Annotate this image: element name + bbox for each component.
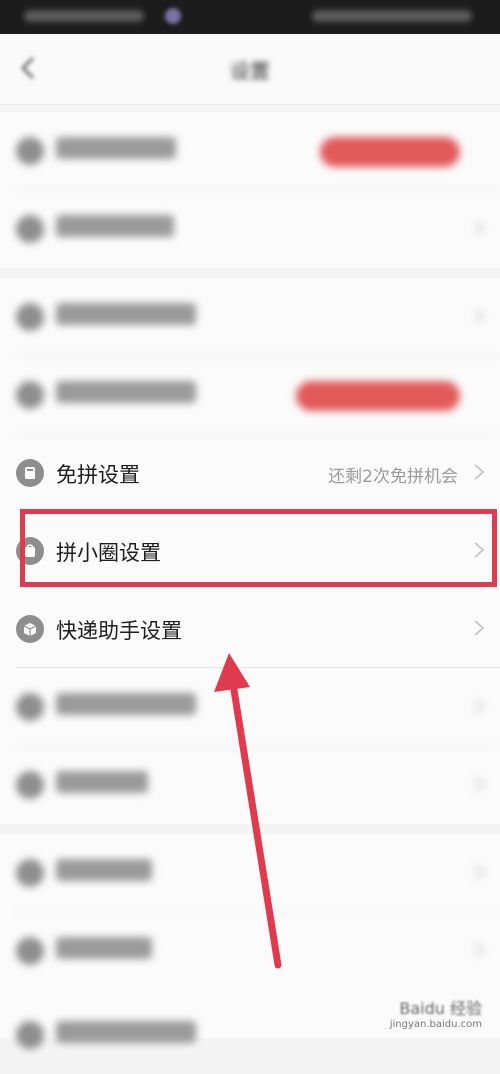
page-title: 设置 (230, 59, 270, 83)
row-icon (16, 771, 44, 799)
row-icon (16, 937, 44, 965)
settings-row[interactable] (0, 190, 500, 268)
row-icon (16, 693, 44, 721)
settings-row[interactable] (0, 356, 500, 434)
chevron-right-icon (474, 776, 485, 792)
chevron-right-icon (474, 620, 485, 636)
coupon-icon (16, 459, 44, 487)
row-label (56, 859, 152, 881)
settings-group-payment: 免拼设置 还剩2次免拼机会 拼小圈设置 快递助手设置 (0, 278, 500, 668)
highlight-box (20, 509, 497, 587)
settings-group-account (0, 112, 500, 268)
watermark-text: Baidu 经验 (399, 999, 482, 1018)
row-label: 免拼设置 (56, 463, 140, 487)
watermark: Baidu 经验 jingyan.baidu.com (390, 995, 482, 1030)
settings-row-express-assistant[interactable]: 快递助手设置 (0, 590, 500, 668)
row-icon (16, 303, 44, 331)
promo-badge (296, 381, 460, 411)
row-icon (16, 215, 44, 243)
chevron-right-icon (474, 864, 485, 880)
status-bar (0, 0, 500, 34)
row-label (56, 1021, 196, 1043)
settings-row[interactable] (0, 112, 500, 190)
system-indicators (312, 10, 472, 22)
chevron-right-icon (474, 220, 485, 236)
settings-row[interactable] (0, 834, 500, 912)
chevron-right-icon (474, 698, 485, 714)
settings-row[interactable] (0, 278, 500, 356)
promo-badge (320, 137, 460, 167)
row-label (56, 137, 176, 159)
row-label (56, 937, 152, 959)
row-icon (16, 381, 44, 409)
notification-icon (165, 8, 181, 24)
settings-row[interactable] (0, 912, 500, 990)
row-label (56, 303, 196, 325)
settings-row[interactable] (0, 668, 500, 746)
row-label: 快递助手设置 (56, 619, 182, 643)
watermark-url: jingyan.baidu.com (389, 1019, 482, 1030)
settings-row-free-group[interactable]: 免拼设置 还剩2次免拼机会 (0, 434, 500, 512)
chevron-right-icon (474, 464, 485, 480)
chevron-right-icon (474, 942, 485, 958)
row-icon (16, 859, 44, 887)
settings-row[interactable] (0, 746, 500, 824)
row-label (56, 693, 196, 715)
row-icon (16, 1021, 44, 1049)
carrier-info (24, 10, 144, 22)
row-label (56, 771, 148, 793)
settings-group-other (0, 668, 500, 824)
chevron-right-icon (474, 308, 485, 324)
top-nav-bar: 设置 (0, 34, 500, 105)
row-label (56, 381, 196, 403)
free-group-remaining-hint: 还剩2次免拼机会 (328, 467, 458, 487)
package-box-icon (16, 615, 44, 643)
row-label (56, 215, 174, 237)
row-icon (16, 137, 44, 165)
